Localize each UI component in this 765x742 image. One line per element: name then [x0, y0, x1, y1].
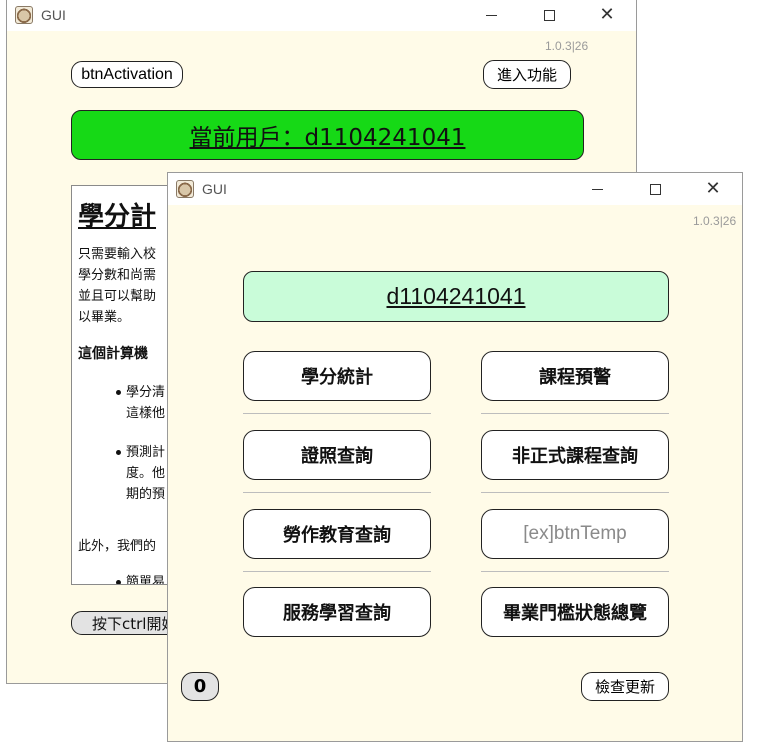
- front-window-title: GUI: [202, 181, 227, 197]
- maximize-icon: [649, 183, 661, 195]
- bullet-dot-icon: [116, 390, 121, 395]
- back-version-label: 1.0.3|26: [545, 39, 589, 53]
- informal-course-query-button[interactable]: 非正式課程查詢: [481, 430, 669, 480]
- divider: [243, 413, 431, 414]
- back-titlebar[interactable]: GUI ✕: [7, 0, 636, 31]
- divider: [481, 571, 669, 572]
- intro-subheading: 這個計算機: [78, 346, 148, 362]
- cat-icon: [176, 180, 194, 198]
- minimize-icon: [591, 188, 603, 190]
- back-window-title: GUI: [41, 7, 66, 23]
- intro-bullet-1-line-2: 這樣他: [126, 406, 166, 421]
- intro-line-4: 以畢業。: [78, 310, 131, 325]
- temp-button[interactable]: [ex]btnTemp: [481, 509, 669, 559]
- ctrl-hint-button[interactable]: 按下ctrl開始: [71, 611, 181, 635]
- front-window: GUI ✕ 1.0.3|26 d1104241041 學分統計 課程預警 證照查…: [167, 172, 743, 742]
- divider: [481, 413, 669, 414]
- service-learning-query-button[interactable]: 服務學習查詢: [243, 587, 431, 637]
- intro-heading: 學分計: [78, 202, 157, 232]
- maximize-button[interactable]: [520, 0, 578, 31]
- certificate-query-button[interactable]: 證照查詢: [243, 430, 431, 480]
- graduation-threshold-overview-button[interactable]: 畢業門檻狀態總覽: [481, 587, 669, 637]
- intro-line-1: 只需要輸入校: [78, 247, 157, 262]
- current-user-bar: 當前用戶：d1104241041: [71, 110, 584, 160]
- intro-bullet-2-line-1: 預測計: [126, 445, 166, 460]
- intro-line-3: 並且可以幫助: [78, 289, 157, 304]
- divider: [481, 492, 669, 493]
- intro-bullet-3: 簡單易: [116, 572, 166, 585]
- check-update-button[interactable]: 檢查更新: [581, 672, 669, 701]
- intro-footer-line: 此外，我們的: [78, 539, 157, 554]
- activation-button[interactable]: btnActivation: [71, 61, 183, 88]
- intro-bullet-2-line-2: 度。他: [126, 466, 166, 481]
- bullet-dot-icon: [116, 580, 121, 584]
- close-icon: ✕: [705, 178, 721, 199]
- credit-statistics-button[interactable]: 學分統計: [243, 351, 431, 401]
- labor-education-query-button[interactable]: 勞作教育查詢: [243, 509, 431, 559]
- counter-badge[interactable]: 0: [181, 672, 219, 701]
- intro-bullet-3-line-1: 簡單易: [126, 575, 166, 585]
- maximize-icon: [543, 9, 555, 21]
- maximize-button[interactable]: [626, 173, 684, 205]
- close-button[interactable]: ✕: [578, 0, 636, 31]
- minimize-button[interactable]: [568, 173, 626, 205]
- intro-line-2: 學分數和尚需: [78, 268, 157, 283]
- minimize-button[interactable]: [462, 0, 520, 31]
- divider: [243, 571, 431, 572]
- course-warning-button[interactable]: 課程預警: [481, 351, 669, 401]
- intro-bullet-2: 預測計 度。他 期的預: [116, 442, 165, 505]
- close-button[interactable]: ✕: [684, 173, 742, 205]
- student-id-bar: d1104241041: [243, 271, 669, 322]
- intro-bullet-1-line-1: 學分清: [126, 385, 166, 400]
- minimize-icon: [485, 14, 497, 16]
- divider: [243, 492, 431, 493]
- front-titlebar[interactable]: GUI ✕: [168, 173, 742, 205]
- bullet-dot-icon: [116, 450, 121, 455]
- enter-function-button[interactable]: 進入功能: [483, 60, 571, 89]
- cat-icon: [15, 6, 33, 24]
- intro-bullet-2-line-3: 期的預: [126, 487, 166, 502]
- front-version-label: 1.0.3|26: [693, 214, 737, 228]
- intro-bullet-1: 學分清 這樣他: [116, 382, 165, 424]
- close-icon: ✕: [599, 4, 615, 25]
